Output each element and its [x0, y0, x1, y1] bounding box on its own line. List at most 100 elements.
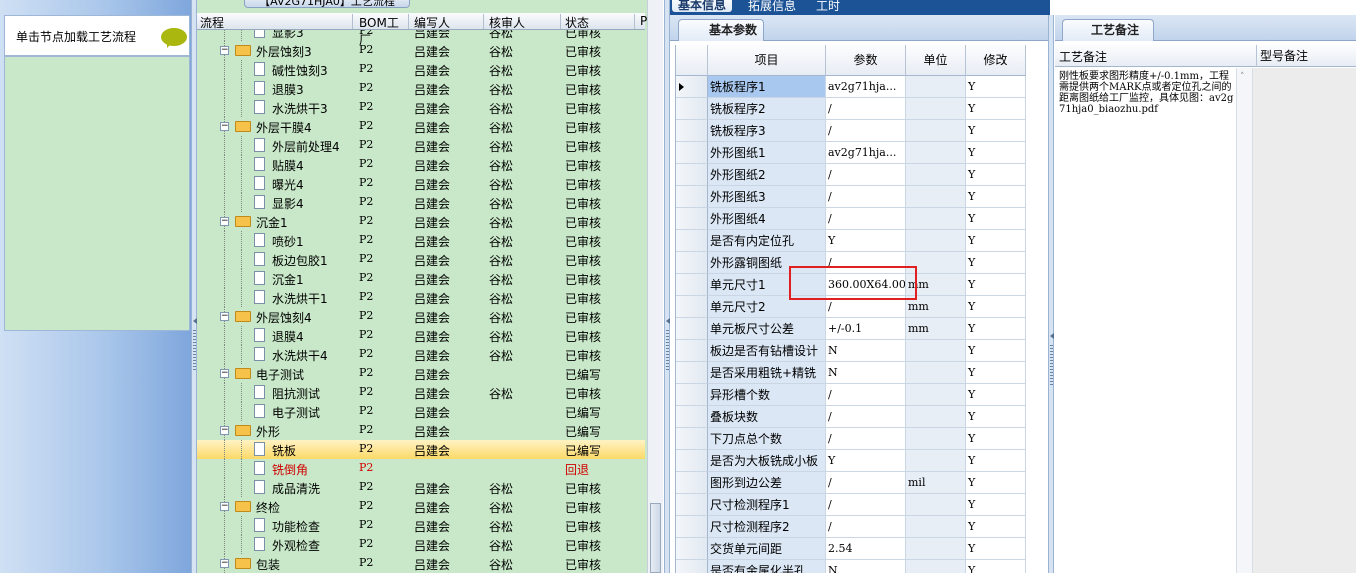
row-indicator[interactable] [676, 274, 708, 296]
grid-cell-mod[interactable]: Y [966, 230, 1026, 252]
tree-row[interactable]: − 外形 P2 吕建会 已编写 [197, 421, 645, 440]
grid-cell-unit[interactable] [906, 230, 966, 252]
grid-cell-unit[interactable] [906, 142, 966, 164]
grid-cell-mod[interactable]: Y [966, 538, 1026, 560]
grid-cell-unit[interactable]: mil [906, 472, 966, 494]
grid-row[interactable]: 是否采用粗铣+精铣 N Y [676, 362, 1050, 384]
tree-row[interactable]: 沉金1 P2 吕建会 谷松 已审核 [197, 269, 645, 288]
collapse-icon[interactable]: − [220, 369, 229, 378]
grid-cell-unit[interactable] [906, 120, 966, 142]
grid-cell-mod[interactable]: Y [966, 560, 1026, 573]
grid-cell-unit[interactable] [906, 560, 966, 573]
process-tab[interactable]: 【AV2G71HJA0】工艺流程 [244, 0, 410, 8]
row-indicator[interactable] [676, 450, 708, 472]
grid-cell-unit[interactable] [906, 450, 966, 472]
grid-cell-unit[interactable] [906, 516, 966, 538]
tree-row[interactable]: 铣板 P2 吕建会 已编写 [197, 440, 645, 459]
row-indicator[interactable] [676, 98, 708, 120]
grid-cell-param[interactable]: / [826, 406, 906, 428]
grid-cell-unit[interactable] [906, 164, 966, 186]
grid-row[interactable]: 板边是否有钻槽设计 N Y [676, 340, 1050, 362]
col-writer[interactable]: 编写人 [414, 14, 484, 30]
grid-cell-unit[interactable] [906, 494, 966, 516]
grid-cell-param[interactable]: N [826, 340, 906, 362]
grid-row[interactable]: 外形图纸2/ Y [676, 164, 1050, 186]
grid-row[interactable]: 尺寸检测程序1/ Y [676, 494, 1050, 516]
grid-cell-param[interactable]: / [826, 428, 906, 450]
tree-row[interactable]: 显影4 P2 吕建会 谷松 已审核 [197, 193, 645, 212]
grid-cell-param[interactable]: / [826, 472, 906, 494]
collapse-icon[interactable]: − [220, 559, 229, 568]
tree-row[interactable]: 外观检查 P2 吕建会 谷松 已审核 [197, 535, 645, 554]
col-reviewer[interactable]: 核审人 [489, 14, 561, 30]
tree-row[interactable]: 外层前处理4 P2 吕建会 谷松 已审核 [197, 136, 645, 155]
grid-cell-param[interactable]: N [826, 362, 906, 384]
collapse-icon[interactable]: − [220, 122, 229, 131]
grid-cell-mod[interactable]: Y [966, 516, 1026, 538]
grid-cell-mod[interactable]: Y [966, 384, 1026, 406]
grid-cell-param[interactable]: / [826, 384, 906, 406]
grid-row[interactable]: 外形图纸1 av2g71hja... Y [676, 142, 1050, 164]
row-indicator[interactable] [676, 340, 708, 362]
tree-scroll-thumb[interactable] [650, 503, 661, 573]
tab-extended-info[interactable]: 拓展信息 [748, 0, 796, 14]
grid-cell-mod[interactable]: Y [966, 76, 1026, 98]
model-note-area[interactable] [1253, 68, 1356, 573]
row-indicator[interactable] [676, 76, 708, 98]
collapse-icon[interactable]: − [220, 46, 229, 55]
right-splitter[interactable] [1048, 15, 1054, 573]
collapse-arrow-icon[interactable] [1050, 333, 1054, 339]
grid-cell-mod[interactable]: Y [966, 98, 1026, 120]
tree-row[interactable]: 电子测试 P2 吕建会 已编写 [197, 402, 645, 421]
row-indicator[interactable] [676, 318, 708, 340]
grid-row[interactable]: 叠板块数 / Y [676, 406, 1050, 428]
row-indicator[interactable] [676, 516, 708, 538]
tree-row[interactable]: − 终检 P2 吕建会 谷松 已审核 [197, 497, 645, 516]
grid-cell-unit[interactable] [906, 428, 966, 450]
grid-cell-param[interactable]: Y [826, 450, 906, 472]
row-indicator[interactable] [676, 230, 708, 252]
grid-cell-mod[interactable]: Y [966, 208, 1026, 230]
grid-cell-unit[interactable] [906, 384, 966, 406]
grid-cell-unit[interactable] [906, 98, 966, 120]
row-indicator[interactable] [676, 142, 708, 164]
tab-basic-info[interactable]: 基本信息 [672, 0, 733, 12]
grid-cell-mod[interactable]: Y [966, 450, 1026, 472]
grid-cell-param[interactable]: / [826, 208, 906, 230]
grid-cell-mod[interactable]: Y [966, 120, 1026, 142]
row-indicator[interactable] [676, 120, 708, 142]
grid-row[interactable]: 铣板程序2/ Y [676, 98, 1050, 120]
grid-row[interactable]: 单元板尺寸公差 +/-0.1 mm Y [676, 318, 1050, 340]
process-note-text[interactable]: 刚性板要求图形精度+/-0.1mm，工程需提供两个MARK点或者定位孔之间的距离… [1059, 71, 1234, 115]
grid-cell-unit[interactable]: mm [906, 318, 966, 340]
grid-cell-unit[interactable] [906, 406, 966, 428]
load-hint-box[interactable]: 单击节点加载工艺流程 [4, 15, 190, 56]
grid-cell-mod[interactable]: Y [966, 164, 1026, 186]
col-bom[interactable]: BOM工厂 [359, 14, 409, 47]
grid-cell-param[interactable]: / [826, 120, 906, 142]
row-indicator[interactable] [676, 362, 708, 384]
grid-row[interactable]: 外形图纸3/ Y [676, 186, 1050, 208]
notes-scrollbar[interactable]: ˄ [1236, 68, 1253, 573]
grid-cell-mod[interactable]: Y [966, 494, 1026, 516]
row-indicator[interactable] [676, 538, 708, 560]
grid-cell-param[interactable]: / [826, 516, 906, 538]
tree-row[interactable]: − 包装 P2 吕建会 谷松 已审核 [197, 554, 645, 573]
grid-row[interactable]: 下刀点总个数 / Y [676, 428, 1050, 450]
grid-col-modify[interactable]: 修改 [966, 45, 1026, 76]
grid-cell-param[interactable]: av2g71hja... [826, 76, 906, 98]
grid-cell-unit[interactable] [906, 340, 966, 362]
collapse-icon[interactable]: − [220, 217, 229, 226]
grid-row[interactable]: 图形到边公差 / mil Y [676, 472, 1050, 494]
tree-row[interactable]: 碱性蚀刻3 P2 吕建会 谷松 已审核 [197, 60, 645, 79]
row-indicator[interactable] [676, 252, 708, 274]
tree-row[interactable]: 水洗烘干3 P2 吕建会 谷松 已审核 [197, 98, 645, 117]
grid-row[interactable]: 铣板程序3/ Y [676, 120, 1050, 142]
tree-row[interactable]: 成品清洗 P2 吕建会 谷松 已审核 [197, 478, 645, 497]
grid-cell-mod[interactable]: Y [966, 318, 1026, 340]
grid-row[interactable]: 是否有金属化半孔 N Y [676, 560, 1050, 573]
row-indicator[interactable] [676, 164, 708, 186]
scroll-up-icon[interactable]: ˄ [1240, 72, 1245, 82]
col-flow[interactable]: 流程 [200, 14, 353, 30]
row-indicator[interactable] [676, 296, 708, 318]
